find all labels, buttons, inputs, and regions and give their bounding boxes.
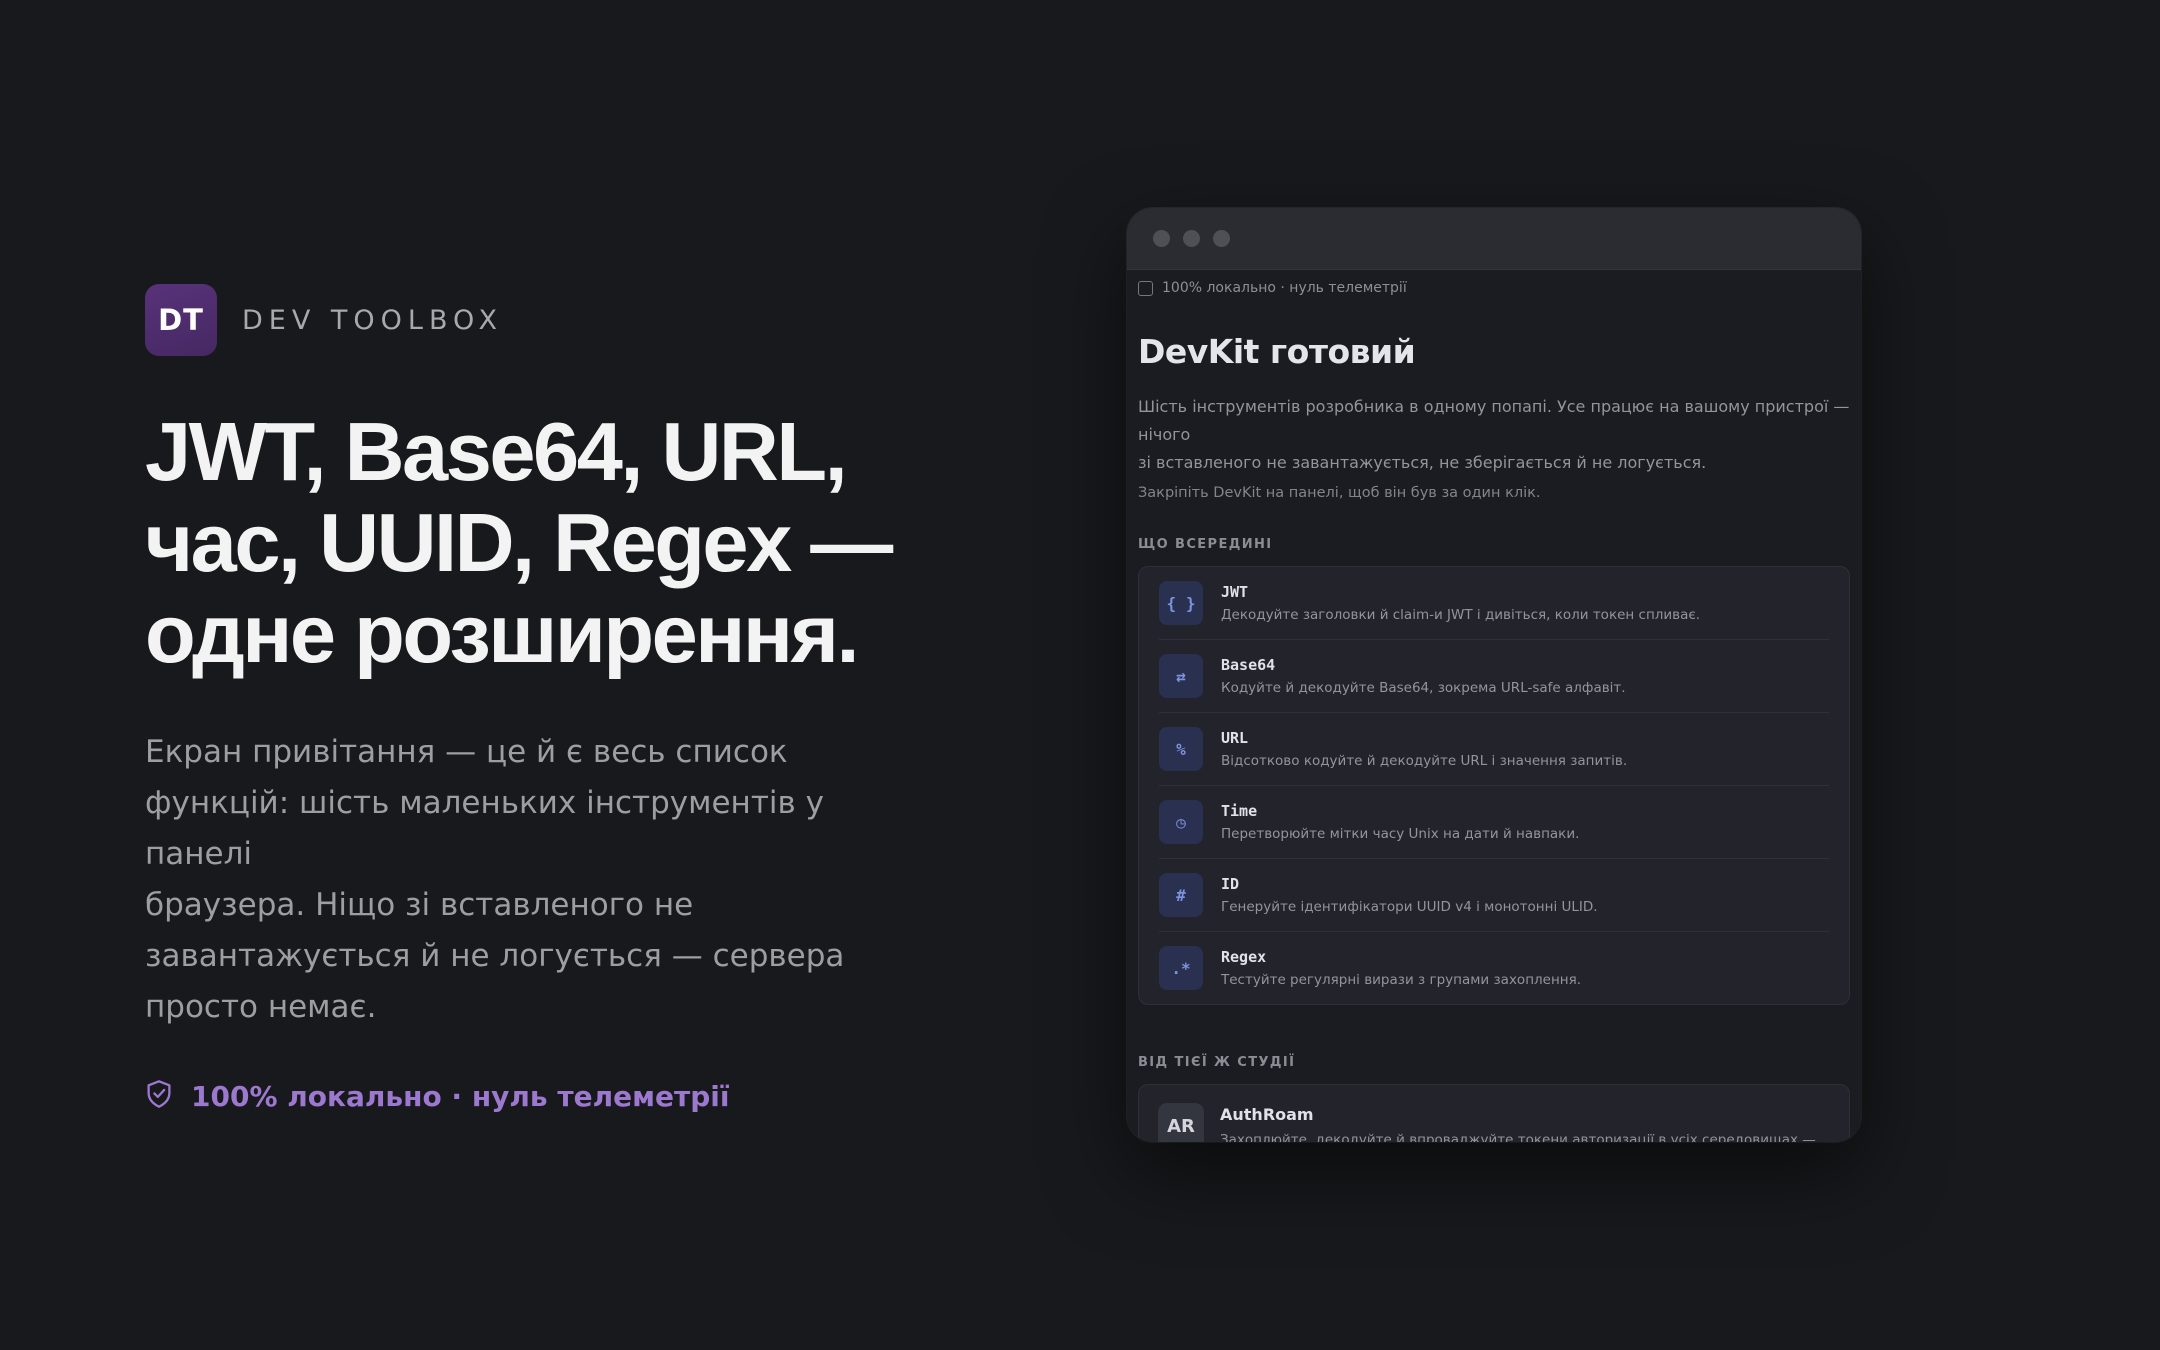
braces-icon: { } (1159, 581, 1203, 625)
tool-description: Тестуйте регулярні вирази з групами захо… (1221, 972, 1582, 988)
lead-line: завантажується й не логується — сервера (145, 938, 845, 974)
hero-section: DT DEV TOOLBOX JWT, Base64, URL, час, UU… (145, 284, 925, 1114)
headline-line: час, UUID, Regex — (145, 496, 893, 589)
privacy-badge: 100% локально · нуль телеметрії (145, 1079, 925, 1114)
shield-check-icon (145, 1079, 173, 1114)
popup-hint: Закріпіть DevKit на панелі, щоб він був … (1138, 485, 1541, 501)
tools-list: { } JWT Декодуйте заголовки й claim-и JW… (1138, 566, 1850, 1005)
hash-icon: # (1159, 873, 1203, 917)
authroam-app-icon: AR (1158, 1103, 1204, 1142)
tool-name: Base64 (1221, 656, 1276, 674)
lead-paragraph: Екран привітання — це й є весь список фу… (145, 727, 905, 1033)
tool-description: Відсотково кодуйте й декодуйте URL і зна… (1221, 753, 1628, 769)
clock-icon: ◷ (1159, 800, 1203, 844)
tool-name: ID (1221, 875, 1240, 893)
tool-description: Перетворюйте мітки часу Unix на дати й н… (1221, 826, 1580, 842)
popup-preview-window: 100% локально · нуль телеметрії DevKit г… (1127, 208, 1861, 1142)
brand-logo: DT (145, 284, 217, 356)
popup-description-line: зі вставленого не завантажується, не збе… (1138, 453, 1707, 472)
studio-section-label: ВІД ТІЄЇ Ж СТУДІЇ (1138, 1055, 1296, 1070)
lead-line: браузера. Ніщо зі вставленого не (145, 887, 694, 923)
studio-app-description: Захоплюйте, декодуйте й впроваджуйте ток… (1220, 1132, 1816, 1142)
checkbox-icon[interactable] (1138, 280, 1153, 296)
popup-content: 100% локально · нуль телеметрії DevKit г… (1127, 280, 1861, 1142)
tool-item-jwt[interactable]: { } JWT Декодуйте заголовки й claim-и JW… (1159, 567, 1829, 640)
lead-line: просто немає. (145, 989, 377, 1025)
tool-item-url[interactable]: % URL Відсотково кодуйте й декодуйте URL… (1159, 713, 1829, 786)
window-dot-close[interactable] (1153, 230, 1170, 247)
window-dot-maximize[interactable] (1213, 230, 1230, 247)
lead-line: Екран привітання — це й є весь список (145, 734, 788, 770)
headline-line: одне розширення. (145, 587, 860, 680)
brand: DT DEV TOOLBOX (145, 284, 925, 356)
studio-app-name: AuthRoam (1220, 1105, 1314, 1124)
regex-icon: .* (1159, 946, 1203, 990)
popup-topline-text: 100% локально · нуль телеметрії (1162, 280, 1407, 296)
tool-item-id[interactable]: # ID Генеруйте ідентифікатори UUID v4 і … (1159, 859, 1829, 932)
tools-section-label: ЩО ВСЕРЕДИНІ (1138, 537, 1273, 552)
tool-name: Regex (1221, 948, 1267, 966)
headline: JWT, Base64, URL, час, UUID, Regex — одн… (145, 406, 925, 679)
swap-arrows-icon: ⇄ (1159, 654, 1203, 698)
tool-description: Кодуйте й декодуйте Base64, зокрема URL-… (1221, 680, 1626, 696)
window-titlebar (1127, 208, 1861, 270)
tool-description: Генеруйте ідентифікатори UUID v4 і монот… (1221, 899, 1598, 915)
tool-name: JWT (1221, 583, 1249, 601)
privacy-badge-text: 100% локально · нуль телеметрії (191, 1080, 730, 1113)
studio-card-authroam[interactable]: AR AuthRoam Захоплюйте, декодуйте й впро… (1138, 1084, 1850, 1142)
popup-description: Шість інструментів розробника в одному п… (1138, 393, 1850, 477)
tool-name: URL (1221, 729, 1249, 747)
lead-line: функцій: шість маленьких інструментів у … (145, 785, 824, 872)
popup-title: DevKit готовий (1138, 332, 1416, 371)
headline-line: JWT, Base64, URL, (145, 405, 848, 498)
tool-item-time[interactable]: ◷ Time Перетворюйте мітки часу Unix на д… (1159, 786, 1829, 859)
tool-name: Time (1221, 802, 1258, 820)
percent-icon: % (1159, 727, 1203, 771)
popup-topline: 100% локально · нуль телеметрії (1138, 280, 1850, 296)
tool-description: Декодуйте заголовки й claim-и JWT і диві… (1221, 607, 1701, 623)
tool-item-base64[interactable]: ⇄ Base64 Кодуйте й декодуйте Base64, зок… (1159, 640, 1829, 713)
popup-description-line: Шість інструментів розробника в одному п… (1138, 397, 1850, 444)
tool-item-regex[interactable]: .* Regex Тестуйте регулярні вирази з гру… (1159, 932, 1829, 1004)
brand-name: DEV TOOLBOX (242, 304, 504, 336)
window-dot-minimize[interactable] (1183, 230, 1200, 247)
